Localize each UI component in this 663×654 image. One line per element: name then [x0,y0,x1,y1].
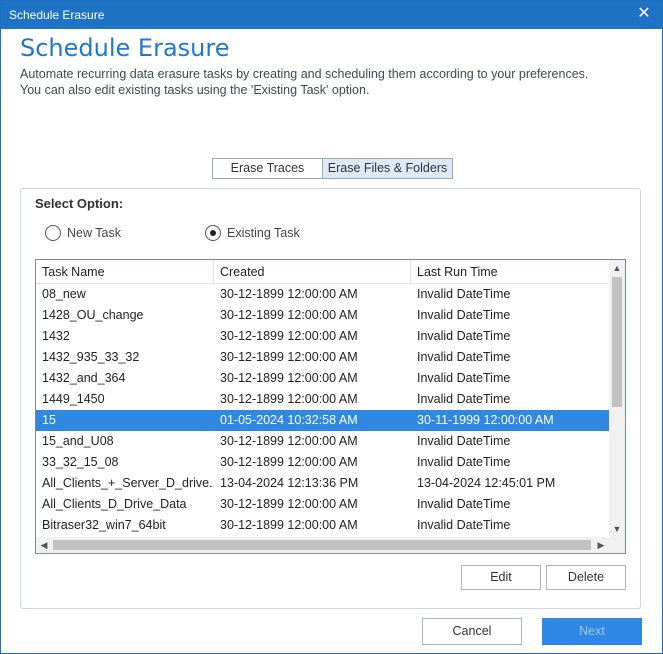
table-body: 08_new 30-12-1899 12:00:00 AM Invalid Date… [36,284,609,536]
created-cell: 30-12-1899 12:00:00 AM [220,434,358,448]
last-run-time-cell: Invalid DateTime [417,287,511,301]
select-option-label: Select Option: [35,196,124,211]
new-task-radio-circle[interactable] [45,225,61,241]
close-icon[interactable]: ✕ [634,4,654,24]
existing-task-radio-circle[interactable] [205,225,221,241]
description-line-2: You can also edit existing tasks using t… [20,83,370,97]
table-row[interactable]: 1449_1450 30-12-1899 12:00:00 AM Invalid D… [36,389,609,410]
task-name-cell: All_Clients_D_Drive_Data [42,497,187,511]
scroll-up-icon[interactable]: ▲ [609,260,625,276]
created-cell: 30-12-1899 12:00:00 AM [220,455,358,469]
description-line-1: Automate recurring data erasure tasks by… [20,67,589,81]
column-header-last-run-time[interactable]: Last Run Time [411,260,609,284]
table-row[interactable]: 15 01-05-2024 10:32:58 AM 30-11-1999 12:00… [36,410,609,431]
page-title: Schedule Erasure [20,34,230,62]
created-cell: 30-12-1899 12:00:00 AM [220,518,358,532]
vertical-scrollbar[interactable]: ▲ ▼ [609,260,625,537]
horizontal-scroll-thumb[interactable] [53,540,591,550]
scroll-left-icon[interactable]: ◀ [36,537,52,553]
schedule-erasure-window: Schedule Erasure ✕ Schedule Erasure Auto… [0,0,663,654]
last-run-time-cell: Invalid DateTime [417,434,511,448]
table-row[interactable]: Bitraser32_win7_64bit 30-12-1899 12:00:00… [36,515,609,536]
task-name-cell: 1428_OU_change [42,308,144,322]
scroll-right-icon[interactable]: ▶ [593,537,609,553]
edit-button[interactable]: Edit [461,565,541,590]
new-task-label: New Task [67,226,121,240]
task-name-cell: 08_new [42,287,86,301]
page-description: Automate recurring data erasure tasks by… [20,66,640,98]
task-name-cell: 15 [42,413,56,427]
last-run-time-cell: Invalid DateTime [417,497,511,511]
column-header-created[interactable]: Created [214,260,411,284]
table-row[interactable]: All_Clients_+_Server_D_drive... 13-04-202… [36,473,609,494]
horizontal-scrollbar[interactable]: ◀ ▶ [36,537,609,553]
created-cell: 13-04-2024 12:13:36 PM [220,476,359,490]
next-button[interactable]: Next [542,618,642,645]
column-header-task-name[interactable]: Task Name [36,260,214,284]
last-run-time-cell: Invalid DateTime [417,308,511,322]
last-run-time-cell: Invalid DateTime [417,392,511,406]
task-name-cell: 1432_935_33_32 [42,350,140,364]
vertical-scroll-thumb[interactable] [612,277,622,407]
title-bar: Schedule Erasure ✕ [1,1,662,29]
task-name-cell: 1432_and_364 [42,371,126,385]
cancel-button[interactable]: Cancel [422,618,522,645]
task-name-cell: Bitraser32_win7_64bit [42,518,166,532]
tab-erase-traces[interactable]: Erase Traces [213,159,323,178]
last-run-time-cell: Invalid DateTime [417,518,511,532]
table-row[interactable]: 15_and_U08 30-12-1899 12:00:00 AM Invalid … [36,431,609,452]
scrollbar-corner [609,537,625,553]
task-table: Task Name Created Last Run Time 08_new 30… [35,259,626,554]
created-cell: 30-12-1899 12:00:00 AM [220,371,358,385]
window-title: Schedule Erasure [9,8,105,22]
table-row[interactable]: All_Clients_D_Drive_Data 30-12-1899 12:00… [36,494,609,515]
created-cell: 30-12-1899 12:00:00 AM [220,287,358,301]
table-row[interactable]: 33_32_15_08 30-12-1899 12:00:00 AM Invalid… [36,452,609,473]
table-row[interactable]: 1432_935_33_32 30-12-1899 12:00:00 AM Inva… [36,347,609,368]
last-run-time-cell: Invalid DateTime [417,371,511,385]
scroll-down-icon[interactable]: ▼ [609,521,625,537]
created-cell: 30-12-1899 12:00:00 AM [220,497,358,511]
task-name-cell: 1432 [42,329,70,343]
created-cell: 01-05-2024 10:32:58 AM [220,413,358,427]
existing-task-label: Existing Task [227,226,300,240]
new-task-radio[interactable]: New Task [45,225,121,241]
created-cell: 30-12-1899 12:00:00 AM [220,329,358,343]
table-header: Task Name Created Last Run Time [36,260,609,284]
last-run-time-cell: 13-04-2024 12:45:01 PM [417,476,556,490]
table-row[interactable]: 1432_and_364 30-12-1899 12:00:00 AM Invali… [36,368,609,389]
last-run-time-cell: 30-11-1999 12:00:00 AM [417,413,554,427]
task-name-cell: 1449_1450 [42,392,105,406]
task-name-cell: 33_32_15_08 [42,455,119,469]
created-cell: 30-12-1899 12:00:00 AM [220,350,358,364]
last-run-time-cell: Invalid DateTime [417,350,511,364]
table-row[interactable]: 1428_OU_change 30-12-1899 12:00:00 AM Inva… [36,305,609,326]
task-name-cell: All_Clients_+_Server_D_drive... [42,476,214,490]
existing-task-radio[interactable]: Existing Task [205,225,300,241]
delete-button[interactable]: Delete [546,565,626,590]
task-name-cell: 15_and_U08 [42,434,114,448]
created-cell: 30-12-1899 12:00:00 AM [220,392,358,406]
tab-bar: Erase Traces Erase Files & Folders [212,158,453,179]
created-cell: 30-12-1899 12:00:00 AM [220,308,358,322]
table-row[interactable]: 1432 30-12-1899 12:00:00 AM Invalid DateTi… [36,326,609,347]
table-row[interactable]: 08_new 30-12-1899 12:00:00 AM Invalid Date… [36,284,609,305]
last-run-time-cell: Invalid DateTime [417,455,511,469]
last-run-time-cell: Invalid DateTime [417,329,511,343]
tab-erase-files-folders[interactable]: Erase Files & Folders [323,159,452,178]
